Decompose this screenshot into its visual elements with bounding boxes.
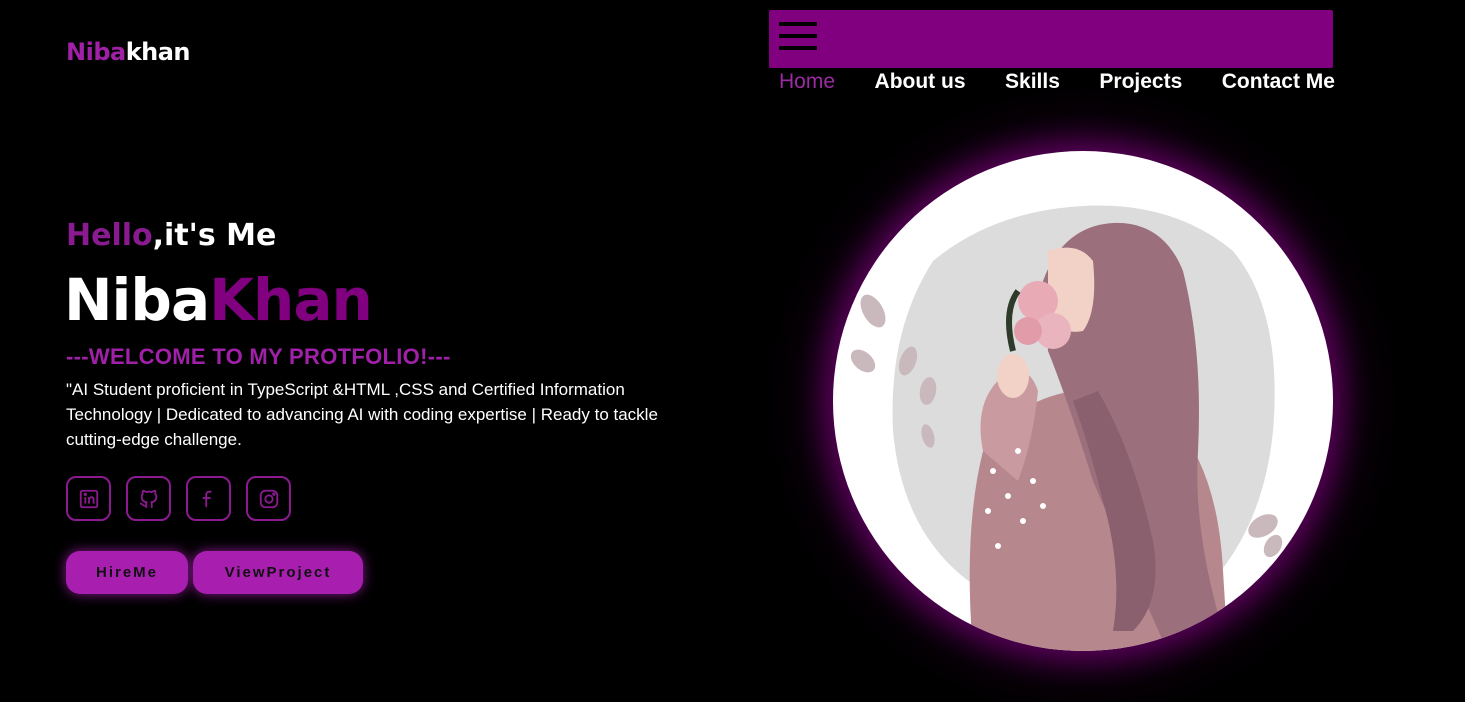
- view-project-button[interactable]: ViewProject: [193, 551, 363, 594]
- nav-contact-me[interactable]: Contact Me: [1222, 70, 1335, 94]
- bio-text: "AI Student proficient in TypeScript &HT…: [66, 380, 658, 449]
- social-links: [66, 476, 291, 521]
- menu-bar: [769, 10, 1333, 68]
- github-icon: [139, 489, 157, 508]
- welcome-text: ---WELCOME TO MY PROTFOLIO!---: [66, 344, 451, 369]
- cta-buttons: HireMe ViewProject: [66, 551, 363, 594]
- logo-rest: khan: [125, 38, 191, 66]
- nav-home[interactable]: Home: [779, 70, 835, 94]
- portfolio-page: Nibakhan Home About us Skills Projects C…: [0, 0, 1465, 702]
- portrait-illustration: [850, 205, 1283, 651]
- facebook-link[interactable]: [186, 476, 231, 521]
- hello-accent: Hello: [66, 218, 153, 253]
- hero-name: NibaKhan: [64, 266, 373, 334]
- linkedin-icon: [79, 489, 98, 508]
- instagram-link[interactable]: [246, 476, 291, 521]
- logo[interactable]: Nibakhan: [66, 38, 191, 66]
- github-link[interactable]: [126, 476, 171, 521]
- profile-portrait: [833, 151, 1333, 651]
- name-first: Niba: [64, 266, 210, 334]
- nav-skills[interactable]: Skills: [1005, 70, 1060, 94]
- nav-projects[interactable]: Projects: [1099, 70, 1182, 94]
- linkedin-link[interactable]: [66, 476, 111, 521]
- hamburger-icon[interactable]: [779, 22, 819, 54]
- nav-about-us[interactable]: About us: [875, 70, 966, 94]
- hire-me-button[interactable]: HireMe: [66, 551, 188, 594]
- hello-heading: Hello,it's Me: [66, 218, 276, 253]
- hello-rest: ,it's Me: [152, 218, 277, 253]
- instagram-icon: [259, 489, 278, 508]
- facebook-icon: [202, 490, 212, 507]
- name-last: Khan: [209, 266, 373, 334]
- main-nav: Home About us Skills Projects Contact Me: [779, 70, 1335, 94]
- logo-accent: Niba: [66, 38, 126, 66]
